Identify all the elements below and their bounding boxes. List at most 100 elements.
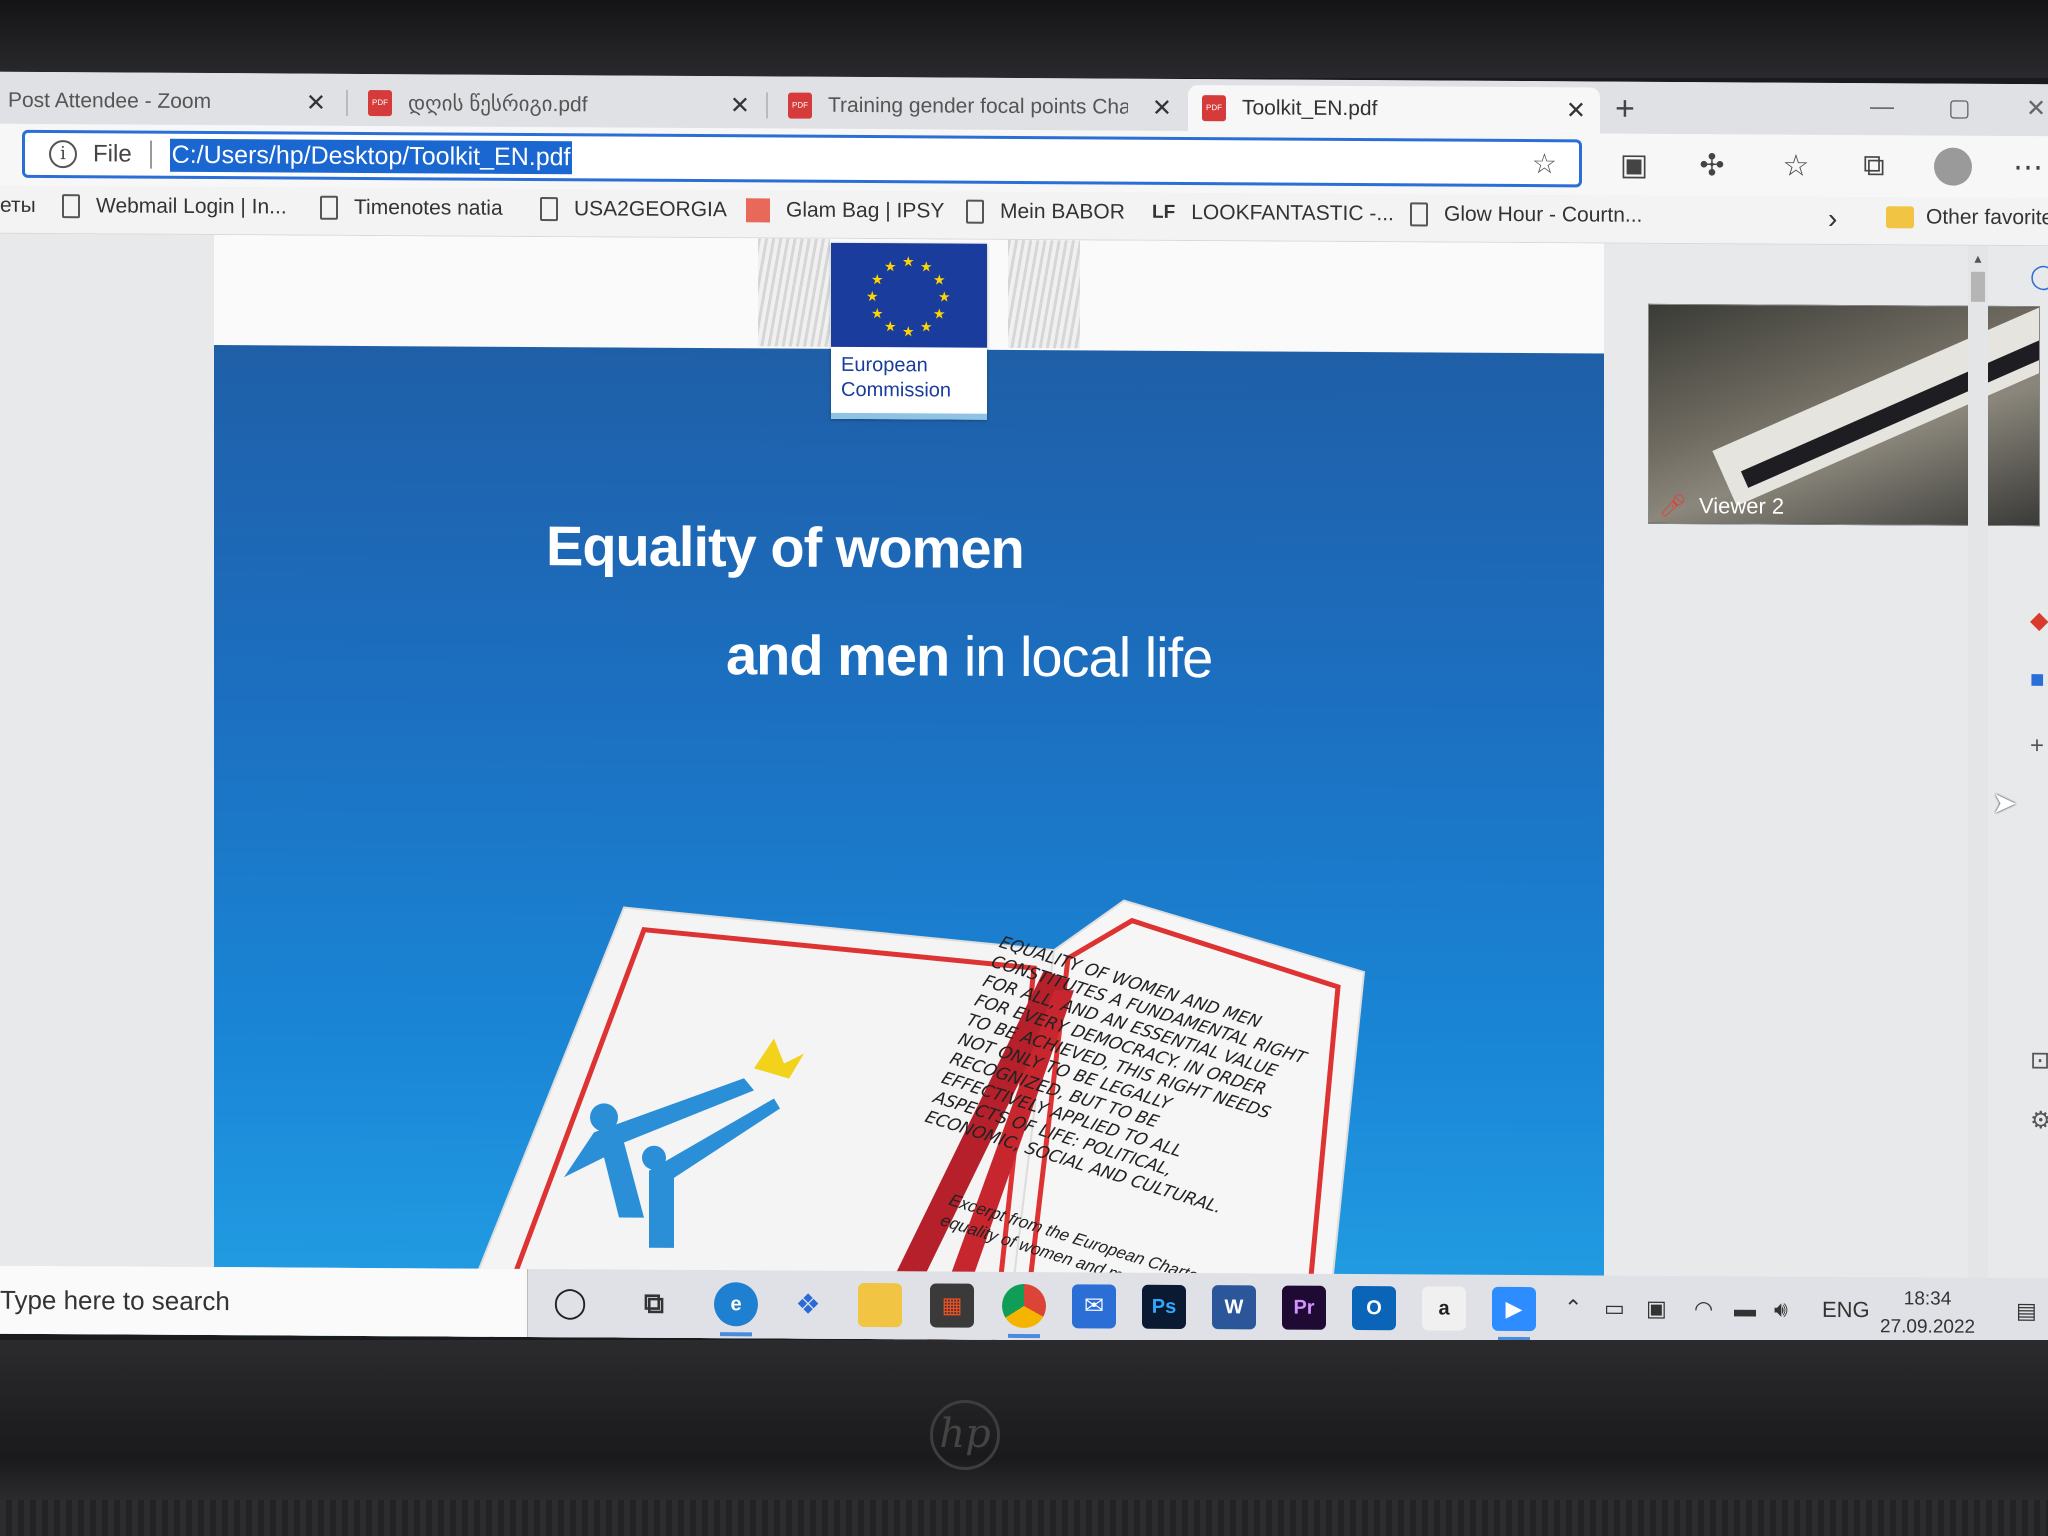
tab-label: Post Attendee - Zoom [8,88,212,114]
close-window-icon[interactable]: ✕ [2026,94,2046,123]
ec-logo-line: Commission [841,378,952,402]
add-icon[interactable]: + [2030,732,2044,760]
microsoft-store-icon[interactable]: ▦ [930,1283,974,1328]
new-tab-button[interactable]: + [1615,90,1635,129]
star-icon: ★ [871,271,884,288]
chevron-up-icon[interactable]: ⌃ [1564,1295,1582,1321]
page-icon [1410,202,1428,227]
bookmark-item[interactable]: LF LOOKFANTASTIC -... [1152,201,1394,226]
taskbar-search-input[interactable]: Type here to search [0,1265,528,1337]
word-icon[interactable]: W [1212,1285,1256,1330]
task-view-icon[interactable]: ⧉ [632,1282,676,1326]
premiere-icon[interactable]: Pr [1282,1285,1326,1330]
bookmark-label: Glow Hour - Courtn... [1444,202,1643,227]
tab-zoom[interactable]: Post Attendee - Zoom ✕ [0,78,340,126]
tab-label: Toolkit_EN.pdf [1242,96,1378,121]
immersive-reader-icon[interactable]: ▣ [1616,148,1652,183]
extensions-icon[interactable]: ✣ [1694,148,1730,183]
outlook-icon[interactable]: O [1352,1286,1396,1331]
outlook-icon[interactable]: ■ [2030,666,2045,694]
photoshop-icon[interactable]: Ps [1142,1284,1186,1329]
notifications-icon[interactable]: ▤ [2016,1298,2037,1324]
pdf-icon: PDF [1202,95,1226,122]
taskbar-clock[interactable]: 18:34 27.09.2022 [1880,1285,1975,1342]
bookmark-label: Other favorite [1926,205,2048,230]
tab-label: Training gender focal points Cha [828,93,1128,119]
wifi-icon[interactable]: ◠ [1694,1296,1713,1322]
star-icon: ★ [938,288,951,305]
pdf-icon: PDF [788,92,812,119]
bookmark-label: Mein BABOR [1000,199,1125,224]
cortana-icon[interactable]: ◯ [548,1281,592,1325]
star-icon: ★ [902,253,915,270]
bookmark-item[interactable]: Timenotes natia [320,195,503,221]
bookmark-label: Webmail Login | In... [96,194,287,219]
collections-icon[interactable]: ⧉ [1856,149,1892,183]
laptop-bezel-top [0,0,2048,78]
mouse-cursor-icon: ➤ [1992,786,2018,821]
tab-toolkit-pdf[interactable]: PDF Toolkit_EN.pdf ✕ [1188,85,1600,134]
bookmark-item[interactable]: USA2GEORGIA [540,197,727,222]
file-explorer-icon[interactable] [858,1282,902,1328]
language-indicator[interactable]: ENG [1822,1297,1870,1323]
scrollbar[interactable]: ▲ ▼ [1968,245,1988,1347]
edge-icon[interactable]: e [714,1282,758,1327]
ipsy-icon [746,198,770,223]
info-icon[interactable]: i [49,140,77,169]
bookmark-item[interactable]: Glow Hour - Courtn... [1410,202,1642,227]
mail-icon[interactable]: ✉ [1072,1284,1116,1329]
volume-icon[interactable]: 🔊︎ [1774,1297,1788,1323]
participant-label: 🎤︎ Viewer 2 [1659,493,1784,520]
address-bar[interactable]: i File C:/Users/hp/Desktop/Toolkit_EN.pd… [22,129,1582,188]
page-icon [320,195,338,220]
pdf-page[interactable]: ★ ★ ★ ★ ★ ★ ★ ★ ★ ★ ★ ★ European Commiss… [214,235,1604,1347]
scroll-up-icon[interactable]: ▲ [1972,252,1984,266]
european-commission-logo: ★ ★ ★ ★ ★ ★ ★ ★ ★ ★ ★ ★ European Commiss… [831,242,987,420]
ec-building-graphic [1008,239,1080,349]
page-icon [62,194,80,219]
folder-icon [1886,206,1914,229]
security-icon[interactable]: ▣ [1646,1296,1667,1322]
star-icon: ★ [866,288,879,305]
address-separator [149,140,152,169]
other-favorites-folder[interactable]: Other favorite [1886,205,2048,230]
maximize-icon[interactable]: ▢ [1948,94,1971,123]
search-icon[interactable]: ◯ [2030,262,2048,291]
pdf-viewer: ★ ★ ★ ★ ★ ★ ★ ★ ★ ★ ★ ★ European Commiss… [0,233,2048,1347]
sidebar-collapse-icon[interactable]: ⊡ [2030,1046,2048,1075]
minimize-icon[interactable]: — [1870,93,1894,121]
bookmark-item[interactable]: еты [0,194,36,218]
add-favorite-icon[interactable]: ☆ [1532,147,1557,180]
meet-now-icon[interactable]: ▭ [1604,1296,1625,1322]
bookmark-label: еты [0,193,36,217]
bookmark-item[interactable]: Webmail Login | In... [62,194,287,219]
close-icon[interactable]: ✕ [1152,93,1172,122]
bookmark-item[interactable]: Mein BABOR [966,199,1125,225]
avatar[interactable] [1934,147,1972,186]
eu-flag-icon: ★ ★ ★ ★ ★ ★ ★ ★ ★ ★ ★ ★ [831,242,987,348]
settings-icon[interactable]: ⚙ [2030,1106,2048,1135]
star-icon: ★ [920,258,933,275]
url-text[interactable]: C:/Users/hp/Desktop/Toolkit_EN.pdf [169,138,573,174]
amazon-icon[interactable]: a [1422,1286,1466,1331]
laptop-hinge [0,1500,2048,1536]
scroll-thumb[interactable] [1971,271,1985,302]
tab-training-pdf[interactable]: PDF Training gender focal points Cha ✕ [774,82,1186,131]
favorites-icon[interactable]: ☆ [1778,149,1814,184]
office-icon[interactable]: ◆ [2030,606,2048,635]
bookmark-item[interactable]: Glam Bag | IPSY [746,198,944,223]
close-icon[interactable]: ✕ [306,88,326,117]
zoom-icon[interactable]: ▶ [1492,1286,1536,1332]
close-icon[interactable]: ✕ [730,91,750,120]
chrome-icon[interactable] [1002,1283,1046,1329]
battery-icon[interactable]: ▬ [1734,1296,1756,1322]
tab-agenda-pdf[interactable]: PDF დღის წესრიგი.pdf ✕ [354,80,764,129]
more-menu-icon[interactable]: ⋯ [2010,150,2046,185]
page-icon [540,197,558,222]
close-icon[interactable]: ✕ [1566,96,1586,125]
hp-logo: hp [930,1400,1000,1470]
screen: Post Attendee - Zoom ✕ PDF დღის წესრიგი.… [0,71,2048,1347]
star-icon: ★ [933,271,946,288]
chevron-right-icon[interactable]: › [1828,203,1837,235]
dropbox-icon[interactable]: ❖ [786,1283,830,1327]
